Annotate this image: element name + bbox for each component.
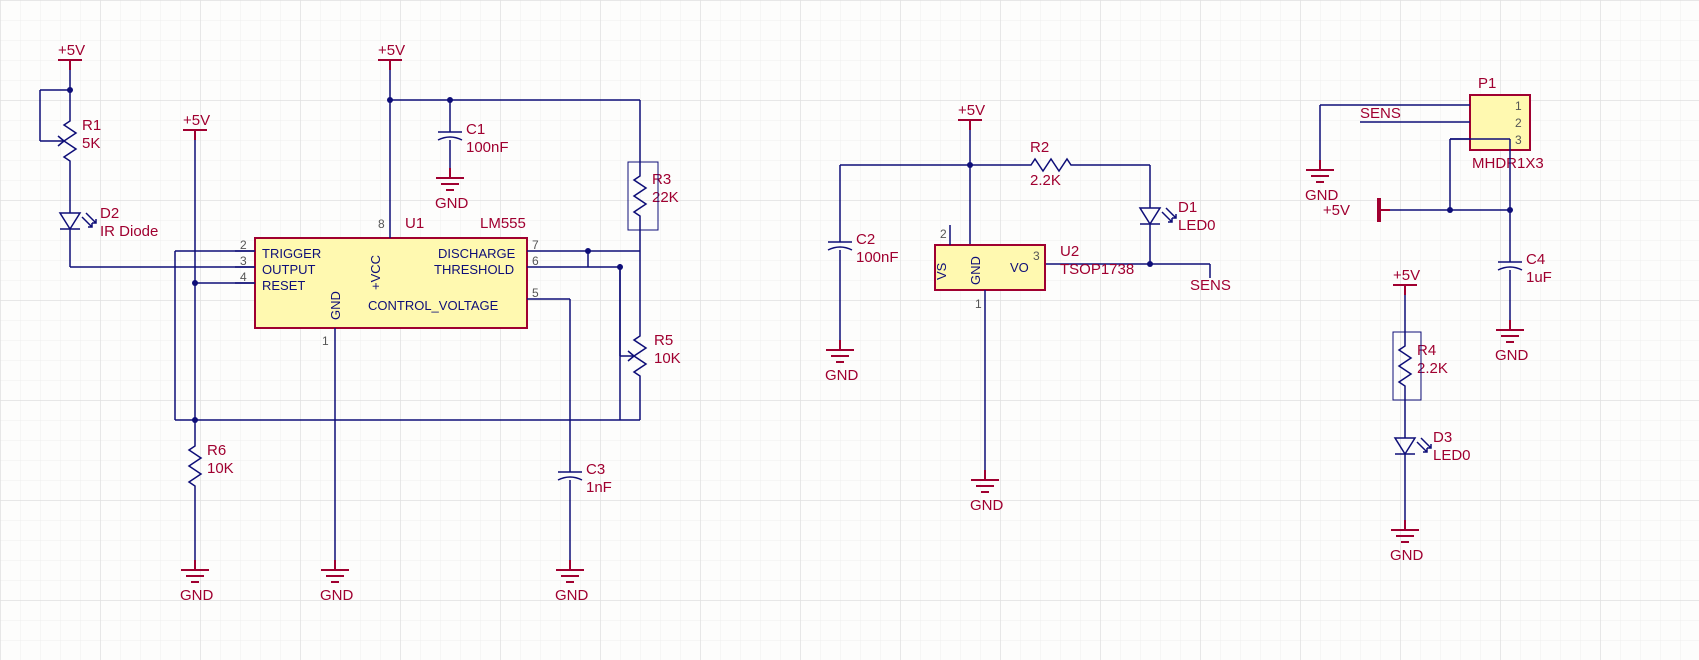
C3-ref: C3 [586, 461, 605, 478]
power-label: +5V [378, 42, 405, 59]
R2-ref: R2 [1030, 139, 1049, 156]
C4-ref: C4 [1526, 251, 1545, 268]
U1-pin4-no: 4 [240, 270, 247, 284]
C4-value: 1uF [1526, 269, 1552, 286]
U1-pin3-no: 3 [240, 254, 247, 268]
R6-ref: R6 [207, 442, 226, 459]
R3-value: 22K [652, 189, 679, 206]
R5-ref: R5 [654, 332, 673, 349]
U1-pin2-no: 2 [240, 238, 247, 252]
power-label: +5V [1393, 267, 1420, 284]
gnd-label: GND [320, 587, 354, 604]
R4-ref: R4 [1417, 342, 1436, 359]
U1-pin5-name: CONTROL_VOLTAGE [368, 298, 499, 313]
U1-pin7-name: DISCHARGE [438, 246, 516, 261]
U1-pin8-name: +VCC [368, 255, 383, 290]
U1-value: LM555 [480, 215, 526, 232]
U1-pin7-no: 7 [532, 238, 539, 252]
U2-gnd-name: GND [968, 256, 983, 285]
U1-pin8-no: 8 [378, 217, 385, 231]
D1-ref: D1 [1178, 199, 1197, 216]
power-label: +5V [958, 102, 985, 119]
netlabel-sens: SENS [1360, 105, 1401, 122]
gnd-label: GND [1495, 347, 1529, 364]
power-label: +5V [58, 42, 85, 59]
P1-value: MHDR1X3 [1472, 155, 1544, 172]
D3-ref: D3 [1433, 429, 1452, 446]
netlabel-sens: SENS [1190, 277, 1231, 294]
power-label: +5V [1323, 202, 1350, 219]
P1-pin2: 2 [1515, 116, 1522, 130]
R3-ref: R3 [652, 171, 671, 188]
gnd-label: GND [1390, 547, 1424, 564]
C1-ref: C1 [466, 121, 485, 138]
R4-value: 2.2K [1417, 360, 1448, 377]
U1-pin4-name: RESET [262, 278, 305, 293]
P1-pin3: 3 [1515, 133, 1522, 147]
U2-gnd-no: 1 [975, 297, 982, 311]
R1-value: 5K [82, 135, 100, 152]
P1-ref: P1 [1478, 75, 1496, 92]
U1-ref: U1 [405, 215, 424, 232]
gnd-label: GND [825, 367, 859, 384]
R1-ref: R1 [82, 117, 101, 134]
gnd-label: GND [180, 587, 214, 604]
U1-pin6-no: 6 [532, 254, 539, 268]
U1-pin5-no: 5 [532, 286, 539, 300]
U1-pin3-name: OUTPUT [262, 262, 316, 277]
R2-value: 2.2K [1030, 172, 1061, 189]
C1-value: 100nF [466, 139, 509, 156]
power-label: +5V [183, 112, 210, 129]
D2-ref: D2 [100, 205, 119, 222]
D1-value: LED0 [1178, 217, 1216, 234]
U2-ref: U2 [1060, 243, 1079, 260]
R5-value: 10K [654, 350, 681, 367]
gnd-label: GND [435, 195, 469, 212]
U2-vs-no: 2 [940, 227, 947, 241]
U1-pin1-name: GND [328, 291, 343, 320]
U2-vs-name: VS [934, 262, 949, 280]
gnd-label: GND [970, 497, 1004, 514]
D3-value: LED0 [1433, 447, 1471, 464]
C2-value: 100nF [856, 249, 899, 266]
P1-pin1: 1 [1515, 99, 1522, 113]
U1-pin1-no: 1 [322, 334, 329, 348]
C3-value: 1nF [586, 479, 612, 496]
gnd-label: GND [555, 587, 589, 604]
schematic-canvas: +5V +5V +5V R1 5K D2 IR Diode R6 10K GND… [0, 0, 1699, 660]
U1-pin2-name: TRIGGER [262, 246, 321, 261]
U2-vo-name: VO [1010, 260, 1029, 275]
U2-vo-no: 3 [1033, 249, 1040, 263]
U2-value: TSOP1738 [1060, 261, 1134, 278]
D2-value: IR Diode [100, 223, 158, 240]
C2-ref: C2 [856, 231, 875, 248]
R6-value: 10K [207, 460, 234, 477]
U1-pin6-name: THRESHOLD [434, 262, 514, 277]
